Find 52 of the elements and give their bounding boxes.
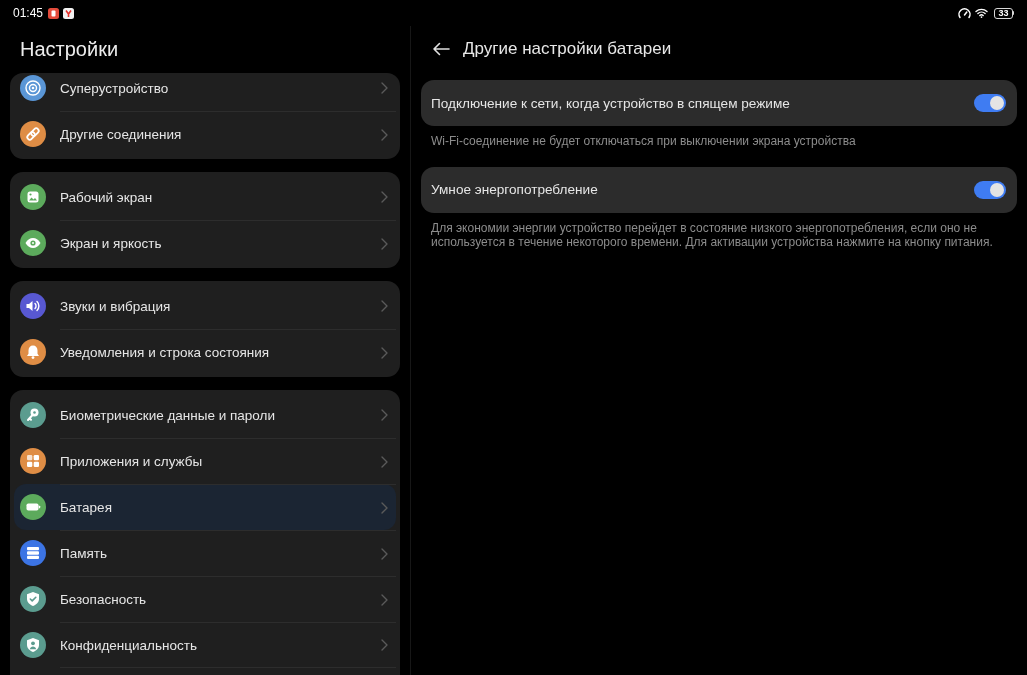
- storage-icon: [20, 540, 46, 566]
- screen-title: Другие настройки батареи: [463, 39, 672, 59]
- image-icon: [20, 184, 46, 210]
- status-time: 01:45: [13, 6, 44, 20]
- back-arrow-icon: [432, 42, 450, 56]
- eye-icon: [20, 230, 46, 256]
- chevron-icon: [381, 300, 388, 312]
- setting-label: Подключение к сети, когда устройство в спящем режиме: [431, 95, 790, 111]
- chevron-icon: [381, 547, 388, 560]
- link-icon: [20, 121, 46, 147]
- rings-icon: [20, 75, 46, 101]
- notification-app-icon: [48, 7, 60, 19]
- toggle-switch[interactable]: [974, 94, 1006, 112]
- chevron-icon: [381, 82, 388, 94]
- back-button[interactable]: [432, 42, 450, 56]
- settings-item[interactable]: Экран и яркость: [14, 220, 396, 266]
- settings-item[interactable]: Суперустройство: [14, 73, 396, 111]
- chevron-icon: [381, 409, 388, 421]
- chevron-icon: [381, 455, 388, 468]
- bell-icon: [20, 339, 46, 365]
- page-title: Настройки: [19, 37, 120, 62]
- battery-indicator: 33: [994, 7, 1014, 19]
- settings-item[interactable]: Приложения и службы: [14, 438, 396, 484]
- settings-item[interactable]: Безопасность: [14, 576, 396, 622]
- speaker-icon: [20, 293, 46, 319]
- settings-item[interactable]: Рабочий экран: [14, 174, 396, 220]
- battery-icon: [20, 494, 46, 520]
- chevron-icon: [381, 501, 388, 514]
- settings-item[interactable]: Звуки и вибрация: [14, 283, 396, 329]
- chevron-icon: [381, 346, 388, 359]
- chevron-icon: [381, 191, 388, 203]
- settings-item[interactable]: Биометрические данные и пароли: [14, 392, 396, 438]
- key-icon: [20, 402, 46, 428]
- toggle-switch[interactable]: [974, 180, 1006, 199]
- chevron-icon: [381, 639, 388, 651]
- shield-person-icon: [20, 632, 46, 658]
- setting-label: Умное энергопотребление: [431, 182, 598, 197]
- settings-item[interactable]: Память: [14, 530, 396, 576]
- settings-item[interactable]: Другие соединения: [14, 111, 396, 157]
- chevron-icon: [381, 237, 388, 250]
- chevron-icon: [381, 593, 388, 606]
- settings-item[interactable]: Конфиденциальность: [14, 622, 396, 668]
- shield-check-icon: [20, 586, 46, 612]
- setting-description: Wi-Fi-соединение не будет отключаться при выключении экрана устройства: [430, 133, 857, 149]
- settings-item[interactable]: Батарея: [14, 484, 396, 530]
- notification-app-icon: [63, 7, 75, 19]
- speedometer-icon: [958, 7, 972, 19]
- settings-item[interactable]: Уведомления и строка состояния: [14, 329, 396, 375]
- chevron-icon: [381, 128, 388, 141]
- grid-icon: [20, 448, 46, 474]
- setting-description: Для экономии энергии устройство перейдет в состояние низкого энергопотребления, если оно не используется в течение некоторого времени. Для активации устройства нажмите на кнопку питания.: [430, 219, 994, 250]
- wifi-icon: [975, 8, 989, 18]
